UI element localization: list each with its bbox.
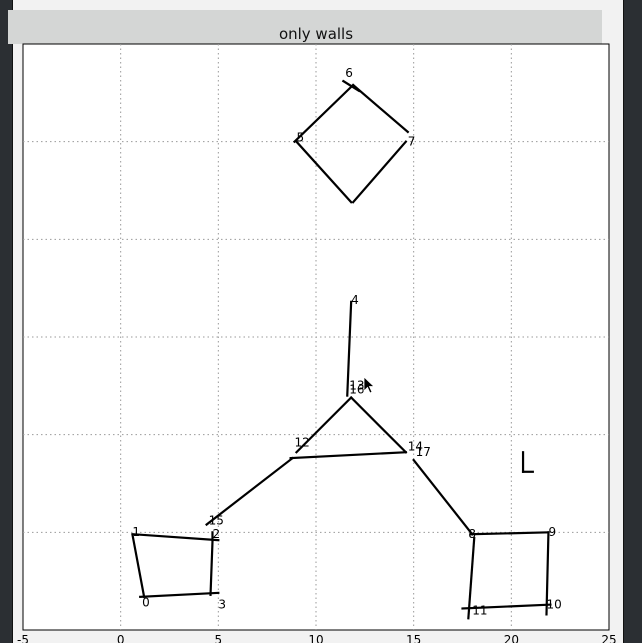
node-label: 12 — [295, 435, 310, 449]
node-label: 11 — [472, 603, 487, 617]
node-label: 6 — [345, 66, 353, 80]
chart-title: only walls — [279, 25, 353, 43]
node-label: 10 — [546, 598, 561, 612]
node-label: 0 — [142, 596, 150, 610]
node-label: 9 — [548, 525, 556, 539]
x-tick-label: 20 — [504, 633, 519, 643]
chart: only walls 01 2345678 91011121314151617 -5… — [17, 25, 617, 643]
x-tick-label: 0 — [117, 633, 125, 643]
x-tick-label: 25 — [601, 633, 616, 643]
node-label: 17 — [416, 445, 431, 459]
node-label: 4 — [351, 293, 359, 307]
node-label: 1 — [132, 525, 140, 539]
x-tick-label: 5 — [215, 633, 223, 643]
x-tick-labels: -5 0 5 10 15 20 25 — [17, 633, 617, 643]
node-label: 8 — [468, 527, 476, 541]
x-tick-label: 15 — [406, 633, 421, 643]
x-tick-label: -5 — [17, 633, 29, 643]
x-tick-label: 10 — [308, 633, 323, 643]
node-label: 15 — [209, 514, 224, 528]
node-label: 7 — [408, 135, 416, 149]
node-label: 3 — [218, 598, 226, 612]
node-label: 16 — [349, 383, 364, 397]
node-label: 2 — [212, 527, 220, 541]
node-label: 5 — [296, 131, 304, 145]
